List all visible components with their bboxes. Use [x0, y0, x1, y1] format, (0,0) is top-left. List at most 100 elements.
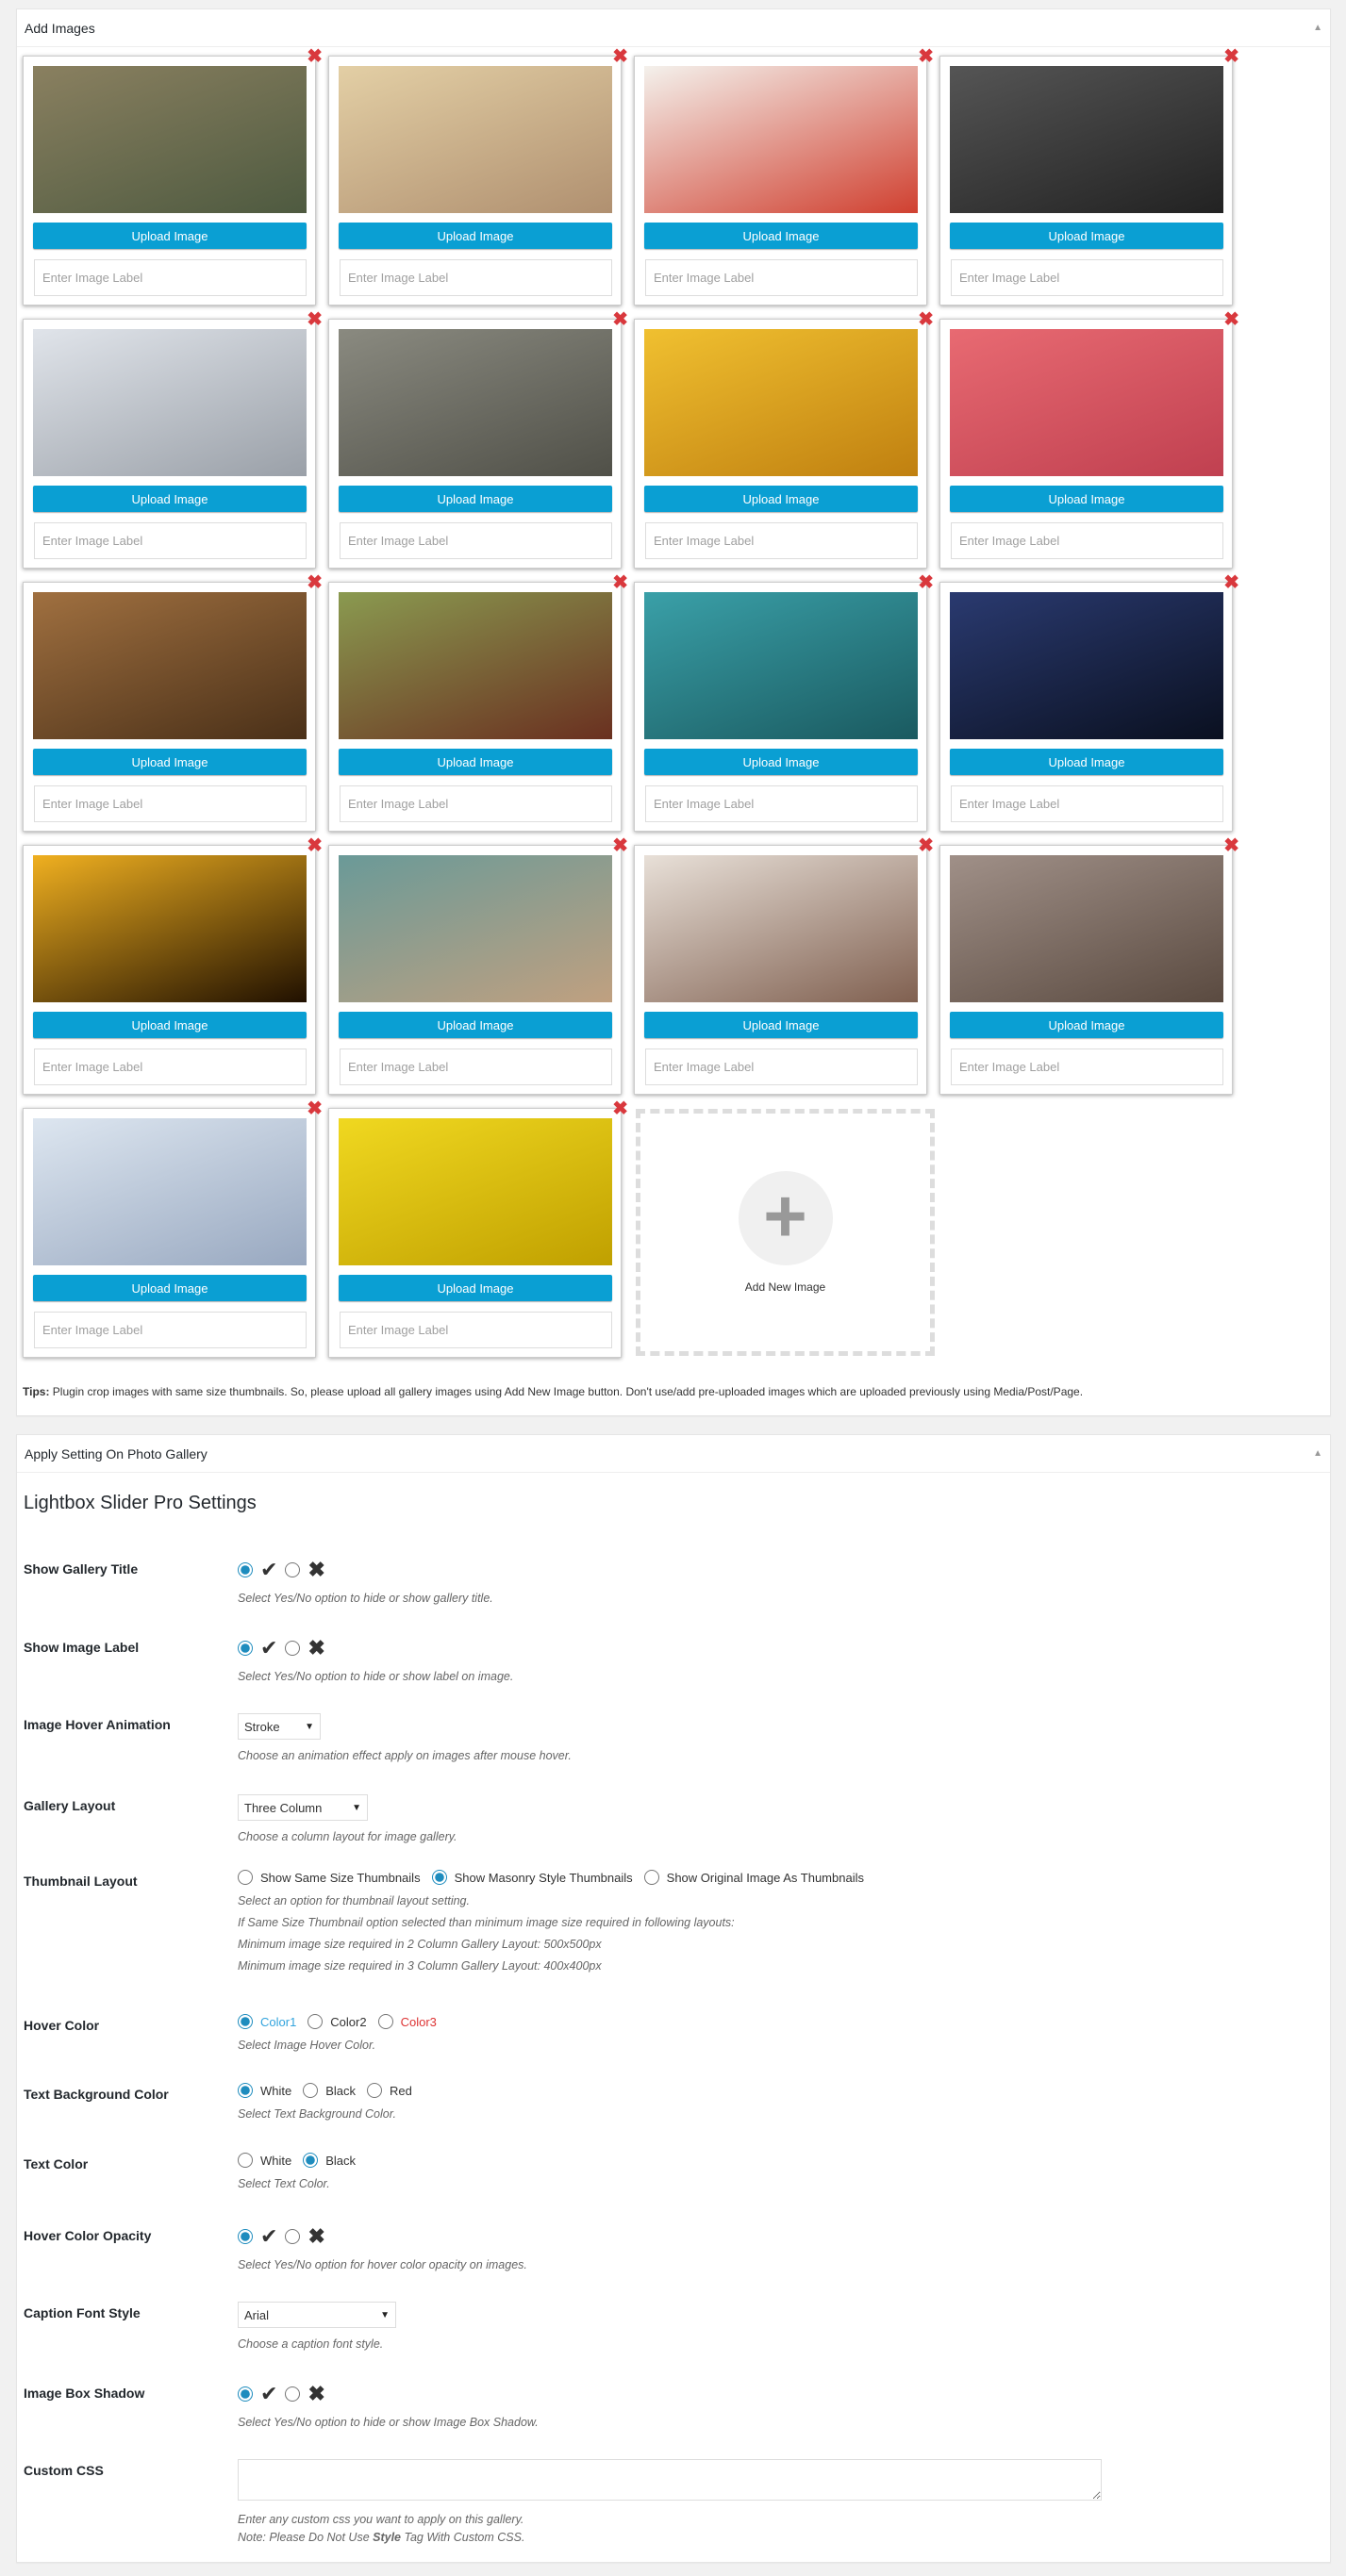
text-bg-color-radio-2[interactable] [367, 2083, 383, 2098]
no-radio[interactable] [285, 1562, 301, 1577]
upload-image-button[interactable]: Upload Image [33, 1012, 307, 1038]
delete-image-icon[interactable]: ✖ [1223, 573, 1239, 592]
image-label-placeholder: Enter Image Label [42, 271, 143, 285]
image-label-input[interactable]: Enter Image Label [340, 1312, 612, 1348]
image-label-input[interactable]: Enter Image Label [951, 522, 1223, 559]
image-label-input[interactable]: Enter Image Label [645, 1049, 918, 1085]
field-description: Choose an animation effect apply on imag… [238, 1749, 572, 1762]
no-radio[interactable] [285, 2386, 301, 2402]
no-radio[interactable] [285, 2229, 301, 2244]
thumbnail-layout-radio-2[interactable] [643, 1870, 659, 1885]
delete-image-icon[interactable]: ✖ [918, 836, 934, 855]
field-description: Minimum image size required in 2 Column … [238, 1938, 602, 1951]
radio-label: Show Original Image As Thumbnails [666, 1870, 864, 1885]
text-bg-color-radio-1[interactable] [303, 2083, 319, 2098]
hover-animation-select[interactable]: Stroke ▼ [238, 1713, 321, 1740]
delete-image-icon[interactable]: ✖ [1223, 836, 1239, 855]
delete-image-icon[interactable]: ✖ [307, 1099, 323, 1118]
upload-image-button[interactable]: Upload Image [950, 486, 1223, 512]
radio-label: Black [325, 2153, 357, 2168]
delete-image-icon[interactable]: ✖ [612, 310, 628, 329]
delete-image-icon[interactable]: ✖ [918, 310, 934, 329]
upload-image-button[interactable]: Upload Image [33, 223, 307, 249]
image-label-input[interactable]: Enter Image Label [645, 522, 918, 559]
hover-color-radio-2[interactable] [377, 2014, 393, 2029]
image-thumbnail [339, 329, 612, 476]
radio-label: Show Masonry Style Thumbnails [454, 1870, 633, 1885]
text-bg-color-radio-0[interactable] [238, 2083, 253, 2098]
delete-image-icon[interactable]: ✖ [918, 573, 934, 592]
upload-image-button[interactable]: Upload Image [644, 223, 918, 249]
image-label-input[interactable]: Enter Image Label [645, 259, 918, 296]
delete-image-icon[interactable]: ✖ [307, 573, 323, 592]
radio-label: Color1 [260, 2014, 297, 2029]
delete-image-icon[interactable]: ✖ [612, 836, 628, 855]
delete-image-icon[interactable]: ✖ [307, 47, 323, 66]
field-description: If Same Size Thumbnail option selected t… [238, 1916, 735, 1929]
upload-image-button[interactable]: Upload Image [339, 1012, 612, 1038]
upload-image-button[interactable]: Upload Image [644, 486, 918, 512]
image-label-input[interactable]: Enter Image Label [34, 1049, 307, 1085]
delete-image-icon[interactable]: ✖ [612, 47, 628, 66]
delete-image-icon[interactable]: ✖ [1223, 47, 1239, 66]
caption-font-select[interactable]: Arial ▼ [238, 2302, 396, 2328]
delete-image-icon[interactable]: ✖ [307, 836, 323, 855]
add-new-image-button[interactable]: + Add New Image [636, 1109, 935, 1356]
delete-image-icon[interactable]: ✖ [1223, 310, 1239, 329]
delete-image-icon[interactable]: ✖ [612, 573, 628, 592]
dropdown-arrow-icon: ▼ [380, 2309, 390, 2320]
upload-image-button[interactable]: Upload Image [339, 749, 612, 775]
collapse-toggle-icon[interactable]: ▲ [1313, 1448, 1322, 1459]
delete-image-icon[interactable]: ✖ [612, 1099, 628, 1118]
image-label-input[interactable]: Enter Image Label [34, 785, 307, 822]
upload-image-button[interactable]: Upload Image [339, 1275, 612, 1301]
upload-image-button[interactable]: Upload Image [950, 749, 1223, 775]
yes-radio[interactable] [238, 1641, 253, 1656]
image-thumbnail [950, 329, 1223, 476]
thumbnail-layout-radio-1[interactable] [431, 1870, 447, 1885]
setting-label: Image Box Shadow [24, 2386, 145, 2401]
text-color-radio-0[interactable] [238, 2153, 253, 2168]
upload-image-button[interactable]: Upload Image [339, 223, 612, 249]
hover-color-radio-0[interactable] [238, 2014, 253, 2029]
cross-icon: ✖ [307, 1558, 325, 1581]
image-label-input[interactable]: Enter Image Label [340, 259, 612, 296]
image-label-input[interactable]: Enter Image Label [340, 785, 612, 822]
image-label-input[interactable]: Enter Image Label [34, 1312, 307, 1348]
setting-label: Hover Color Opacity [24, 2228, 152, 2243]
delete-image-icon[interactable]: ✖ [918, 47, 934, 66]
yes-radio[interactable] [238, 2229, 253, 2244]
no-radio[interactable] [285, 1641, 301, 1656]
yes-radio[interactable] [238, 1562, 253, 1577]
image-label-input[interactable]: Enter Image Label [951, 785, 1223, 822]
image-card: Upload Image Enter Image Label ✖ [939, 47, 1239, 305]
image-label-input[interactable]: Enter Image Label [951, 259, 1223, 296]
upload-image-button[interactable]: Upload Image [950, 223, 1223, 249]
collapse-toggle-icon[interactable]: ▲ [1313, 23, 1322, 33]
upload-image-button[interactable]: Upload Image [33, 486, 307, 512]
image-label-input[interactable]: Enter Image Label [645, 785, 918, 822]
image-label-placeholder: Enter Image Label [654, 797, 755, 811]
hover-color-radio-1[interactable] [307, 2014, 324, 2029]
thumbnail-layout-radio-0[interactable] [238, 1870, 253, 1885]
custom-css-textarea[interactable] [238, 2459, 1102, 2501]
yes-radio[interactable] [238, 2386, 253, 2402]
gallery-layout-select[interactable]: Three Column ▼ [238, 1794, 368, 1821]
upload-image-button[interactable]: Upload Image [339, 486, 612, 512]
image-label-placeholder: Enter Image Label [654, 534, 755, 548]
delete-image-icon[interactable]: ✖ [307, 310, 323, 329]
upload-image-button[interactable]: Upload Image [950, 1012, 1223, 1038]
image-label-input[interactable]: Enter Image Label [951, 1049, 1223, 1085]
image-label-input[interactable]: Enter Image Label [340, 1049, 612, 1085]
image-label-input[interactable]: Enter Image Label [34, 522, 307, 559]
setting-label: Hover Color [24, 2018, 100, 2033]
text-color-radio-1[interactable] [303, 2153, 319, 2168]
image-label-input[interactable]: Enter Image Label [340, 522, 612, 559]
upload-image-button[interactable]: Upload Image [33, 1275, 307, 1301]
cross-icon: ✖ [307, 1636, 325, 1660]
upload-image-button[interactable]: Upload Image [644, 1012, 918, 1038]
upload-image-button[interactable]: Upload Image [644, 749, 918, 775]
upload-image-button[interactable]: Upload Image [33, 749, 307, 775]
image-label-placeholder: Enter Image Label [348, 1323, 449, 1337]
image-label-input[interactable]: Enter Image Label [34, 259, 307, 296]
